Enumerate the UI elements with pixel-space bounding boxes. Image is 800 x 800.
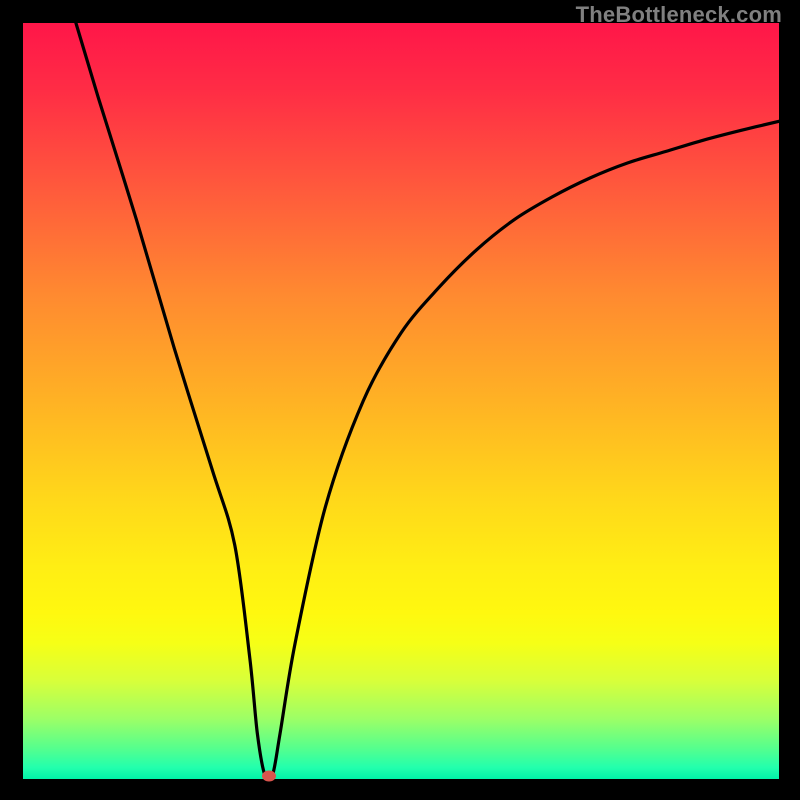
bottleneck-curve (76, 23, 779, 780)
chart-frame: TheBottleneck.com (0, 0, 800, 800)
curve-svg (23, 23, 779, 779)
plot-area (23, 23, 779, 779)
watermark-text: TheBottleneck.com (576, 2, 782, 28)
optimal-point-marker (262, 770, 276, 781)
